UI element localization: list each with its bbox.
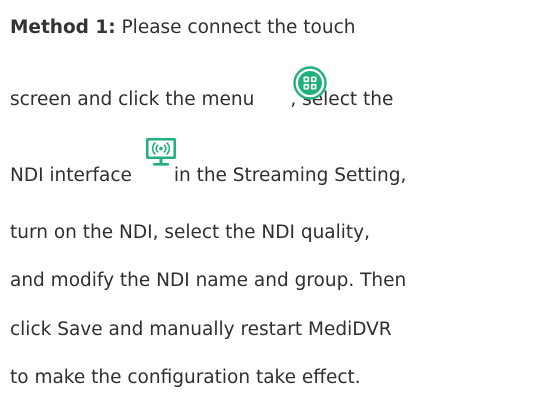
line-3-text-a: NDI interface bbox=[10, 165, 132, 186]
menu-grid-icon bbox=[293, 66, 327, 100]
line-3-text-b: in the Streaming Setting, bbox=[167, 165, 407, 186]
method-label: Method 1: bbox=[10, 17, 116, 38]
instruction-line-5: and modify the NDI name and group. Then bbox=[10, 270, 407, 291]
ndi-monitor-broadcast-icon bbox=[146, 138, 176, 166]
instruction-line-2: screen and click the menu, select the bbox=[10, 88, 393, 112]
instruction-line-6: click Save and manually restart MediDVR bbox=[10, 319, 392, 340]
instruction-line-4: turn on the NDI, select the NDI quality, bbox=[10, 222, 371, 243]
instruction-document: Method 1: Please connect the touch scree… bbox=[0, 0, 538, 396]
instruction-line-1: Method 1: Please connect the touch bbox=[10, 16, 356, 40]
line-2-text-a: screen and click the menu bbox=[10, 89, 255, 110]
instruction-line-3: NDI interface in the Streaming Setting, bbox=[10, 164, 406, 188]
line-1-text: Please connect the touch bbox=[115, 17, 356, 38]
instruction-line-7: to make the configuration take effect. bbox=[10, 367, 361, 388]
